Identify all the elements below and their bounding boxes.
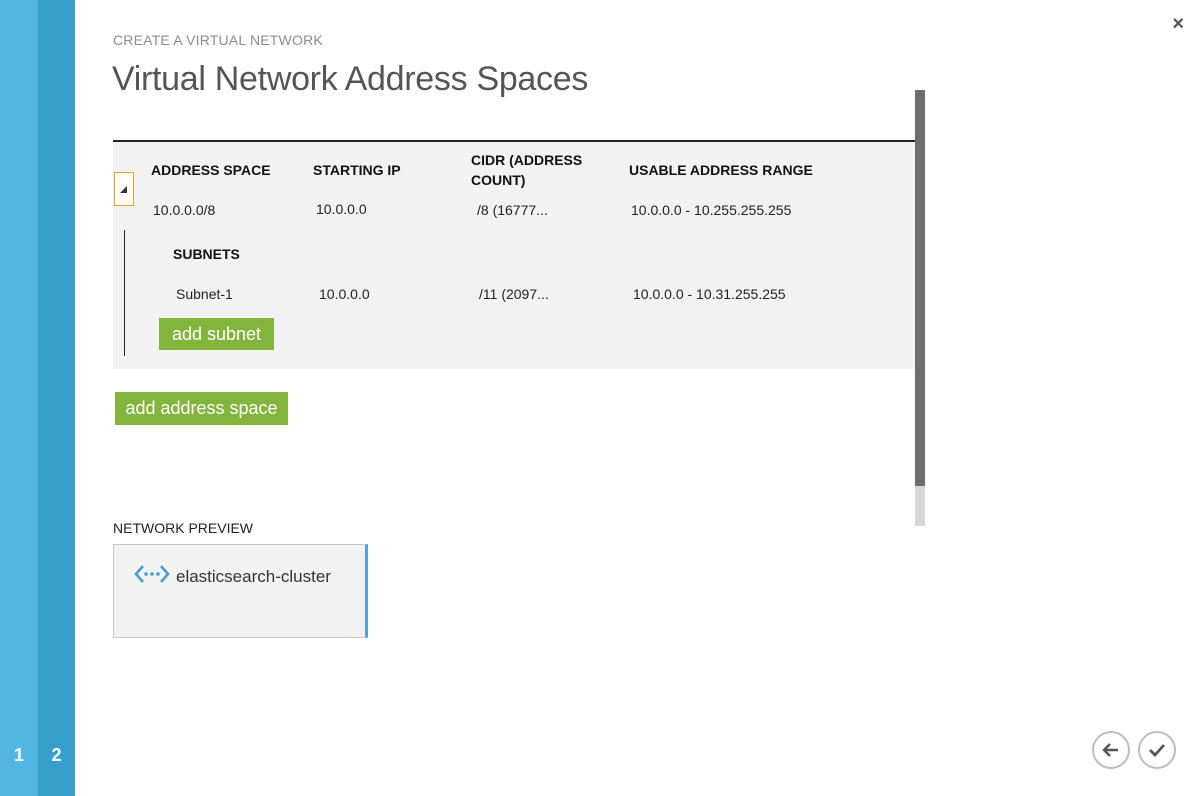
add-address-space-button[interactable]: add address space [115, 392, 288, 425]
back-button[interactable] [1092, 731, 1130, 769]
address-space-starting-ip[interactable]: 10.0.0.0 [316, 201, 367, 217]
network-preview-card: elasticsearch-cluster [113, 544, 368, 638]
address-space-cidr[interactable]: /8 (16777... [477, 202, 548, 218]
header-starting-ip: STARTING IP [313, 162, 401, 178]
subnet-cidr[interactable]: /11 (2097... [479, 286, 549, 302]
subnet-tree-line [124, 230, 125, 356]
page-title: Virtual Network Address Spaces [112, 60, 589, 98]
header-cidr: CIDR (ADDRESS COUNT) [471, 152, 583, 188]
subnet-starting-ip[interactable]: 10.0.0.0 [319, 286, 370, 302]
wizard-caption: CREATE A VIRTUAL NETWORK [113, 32, 323, 48]
header-address-space: ADDRESS SPACE [151, 162, 271, 178]
checkmark-icon [1149, 744, 1166, 758]
back-arrow-icon [1102, 743, 1118, 757]
confirm-button[interactable] [1138, 731, 1176, 769]
network-preview-label: NETWORK PREVIEW [113, 520, 254, 536]
address-space-panel: ADDRESS SPACE STARTING IP CIDR (ADDRESS … [113, 142, 915, 369]
header-usable-range: USABLE ADDRESS RANGE [629, 162, 813, 178]
subnets-label: SUBNETS [173, 246, 240, 262]
address-space-usable-range: 10.0.0.0 - 10.255.255.255 [631, 202, 792, 218]
subnet-usable-range: 10.0.0.0 - 10.31.255.255 [633, 286, 786, 302]
step-2-number: 2 [51, 745, 62, 765]
add-subnet-button[interactable]: add subnet [159, 318, 274, 350]
subnet-name[interactable]: Subnet-1 [176, 286, 233, 302]
scrollbar[interactable] [915, 90, 925, 526]
collapse-toggle[interactable] [114, 172, 134, 206]
step-2-tab[interactable]: 2 [38, 0, 75, 796]
collapse-triangle-icon [120, 186, 127, 193]
step-1-number: 1 [13, 745, 24, 765]
close-icon[interactable]: × [1172, 14, 1184, 34]
virtual-network-icon [134, 563, 170, 590]
step-1-tab[interactable]: 1 [0, 0, 38, 796]
address-space-value[interactable]: 10.0.0.0/8 [153, 202, 215, 218]
network-name: elasticsearch-cluster [176, 567, 331, 586]
scrollbar-thumb[interactable] [915, 90, 925, 486]
